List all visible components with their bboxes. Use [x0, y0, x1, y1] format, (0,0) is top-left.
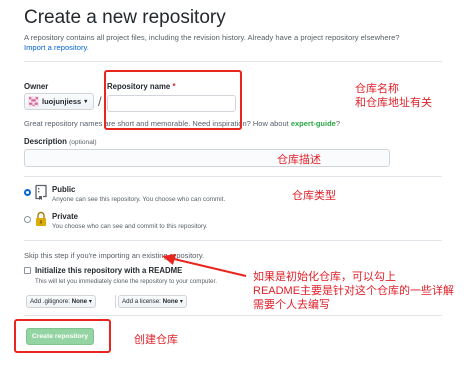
description-input[interactable] — [24, 149, 390, 167]
owner-avatar-icon — [28, 96, 39, 107]
header-divider — [24, 61, 442, 62]
dropdown-separator — [115, 295, 116, 308]
chevron-down-icon: ▾ — [84, 99, 88, 105]
create-note: 创建仓库 — [134, 334, 178, 346]
private-option-label: Private — [52, 212, 79, 221]
description-label-text: Description — [24, 137, 67, 146]
description-note: 仓库描述 — [277, 154, 321, 166]
public-radio[interactable] — [24, 189, 31, 196]
repo-name-note-line2: 和仓库地址有关 — [355, 97, 432, 109]
license-value: None — [162, 298, 179, 305]
owner-select[interactable]: luojunjiess ▾ — [24, 93, 94, 110]
repo-name-suggestion[interactable]: expert-guide — [291, 119, 336, 128]
description-optional: (optional) — [69, 139, 97, 146]
public-repo-icon — [35, 184, 47, 200]
readme-checkbox[interactable] — [24, 267, 31, 274]
readme-note-line3: 需要个人去编写 — [253, 299, 330, 311]
chevron-down-icon: ▾ — [88, 298, 92, 305]
section-divider-3 — [24, 315, 442, 316]
section-divider-1 — [24, 176, 442, 177]
gitignore-value: None — [71, 298, 88, 305]
page-title: Create a new repository — [24, 7, 226, 28]
lock-icon — [36, 211, 46, 226]
repo-name-highlight-box — [104, 70, 242, 130]
public-option-label: Public — [52, 185, 76, 194]
license-prefix: Add a license: — [122, 298, 161, 305]
license-dropdown[interactable]: Add a license: None ▾ — [118, 295, 187, 308]
gitignore-dropdown[interactable]: Add .gitignore: None ▾ — [26, 295, 96, 308]
arrow-left-icon — [162, 254, 247, 277]
repo-name-hint-suffix: ? — [335, 119, 340, 128]
create-button-highlight-box — [14, 319, 111, 353]
gitignore-prefix: Add .gitignore: — [30, 298, 70, 305]
owner-value: luojunjiess — [42, 97, 82, 106]
page-subtitle: A repository contains all project files,… — [24, 33, 400, 42]
visibility-note: 仓库类型 — [292, 190, 336, 202]
private-radio[interactable] — [24, 216, 31, 223]
description-label: Description (optional) — [24, 137, 97, 146]
chevron-down-icon: ▾ — [179, 298, 183, 305]
owner-label: Owner — [24, 82, 49, 91]
private-option-desc: You choose who can see and commit to thi… — [52, 223, 208, 230]
public-option-desc: Anyone can see this repository. You choo… — [52, 196, 226, 203]
import-repository-link[interactable]: Import a repository. — [24, 43, 89, 52]
owner-repo-separator: / — [98, 94, 102, 109]
section-divider-2 — [24, 240, 442, 241]
